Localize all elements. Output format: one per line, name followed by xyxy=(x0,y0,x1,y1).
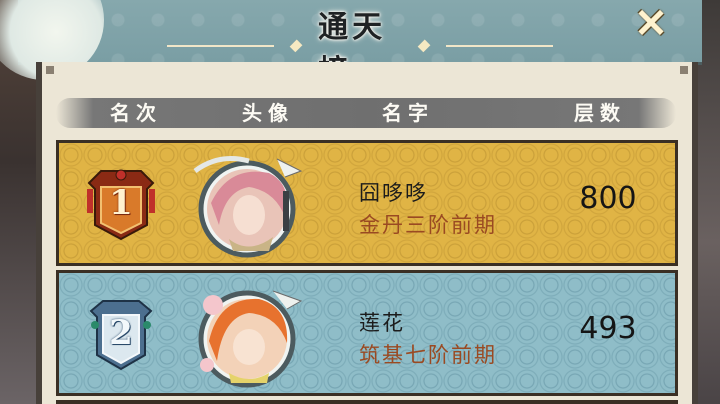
player-name: 囧哆哆 xyxy=(359,181,428,205)
leaderboard-panel: 名次 头像 名字 层数 1 囧哆哆 金丹三阶前期 800 2 莲花 筑基七阶前期… xyxy=(36,62,698,404)
close-icon[interactable]: ✕ xyxy=(628,0,674,47)
avatar[interactable] xyxy=(189,281,307,391)
rank-number: 2 xyxy=(109,313,133,353)
avatar[interactable] xyxy=(189,151,307,261)
rank-2-badge-icon: 2 xyxy=(85,295,157,373)
diamond-icon xyxy=(289,39,303,53)
panel-corner xyxy=(46,66,54,74)
floor-count: 493 xyxy=(579,311,637,346)
column-header: 名次 头像 名字 层数 xyxy=(56,98,676,128)
column-name: 名字 xyxy=(382,101,434,125)
floor-count: 800 xyxy=(579,181,637,216)
title-banner: 通天榜 ✕ xyxy=(0,0,702,89)
title-line-left xyxy=(167,45,274,47)
title-line-right xyxy=(446,45,553,47)
player-realm: 筑基七阶前期 xyxy=(359,343,497,367)
player-name: 莲花 xyxy=(359,311,405,335)
player-realm: 金丹三阶前期 xyxy=(359,213,497,237)
rank-number: 1 xyxy=(109,183,133,223)
column-avatar: 头像 xyxy=(242,101,294,125)
column-rank: 名次 xyxy=(110,101,162,125)
rank-1-badge-icon: 1 xyxy=(85,165,157,243)
panel-corner xyxy=(680,66,688,74)
column-floors: 层数 xyxy=(574,101,626,125)
diamond-icon xyxy=(417,39,431,53)
leaderboard-row[interactable]: 2 莲花 筑基七阶前期 493 xyxy=(56,270,678,396)
next-row-border xyxy=(56,400,678,404)
leaderboard-row[interactable]: 1 囧哆哆 金丹三阶前期 800 xyxy=(56,140,678,266)
